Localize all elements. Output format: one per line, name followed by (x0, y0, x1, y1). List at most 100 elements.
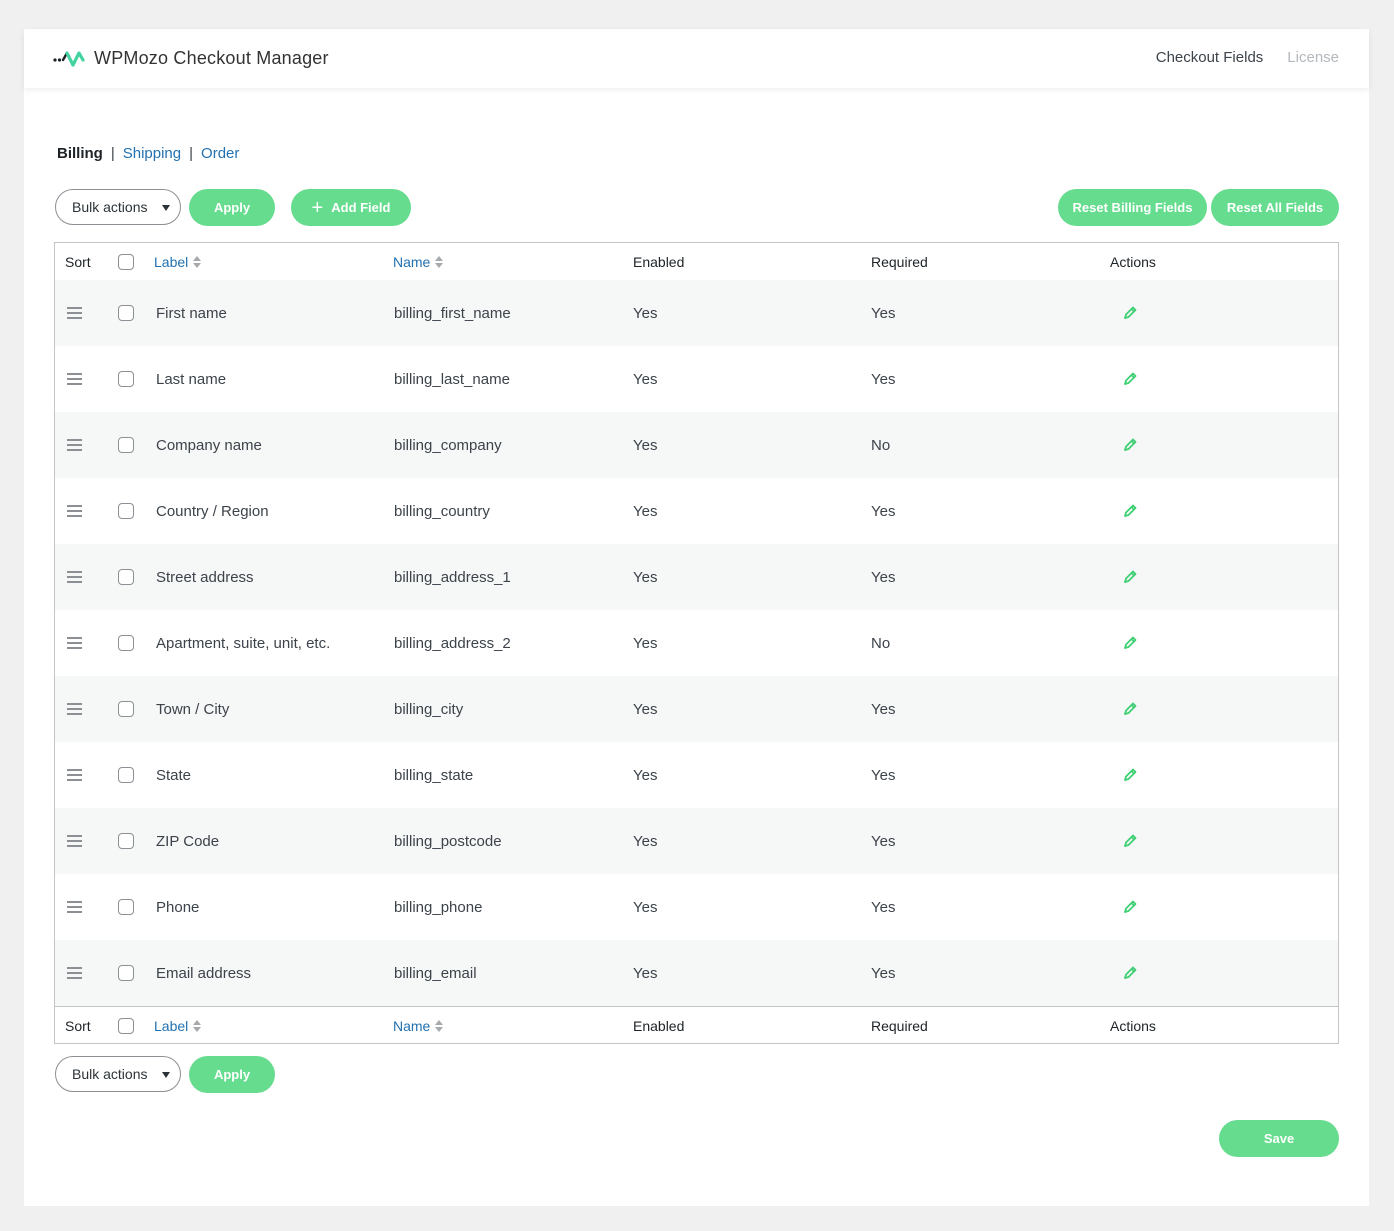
bulk-actions-select-top[interactable]: Bulk actions (55, 189, 181, 225)
row-label: Phone (156, 898, 200, 916)
row-field-name: billing_company (394, 436, 502, 454)
table-row: Company name billing_company Yes No (55, 412, 1338, 478)
add-field-button[interactable]: + Add Field (291, 189, 411, 226)
row-enabled: Yes (633, 898, 658, 916)
row-label: Last name (156, 370, 227, 388)
row-required: Yes (871, 370, 896, 388)
row-label: State (156, 766, 192, 784)
apply-button-top[interactable]: Apply (189, 189, 275, 226)
caret-down-icon (162, 205, 170, 211)
row-enabled: Yes (633, 568, 658, 586)
drag-handle-icon[interactable] (67, 571, 82, 583)
wpmozo-logo-icon (53, 51, 85, 67)
row-checkbox-cell (118, 280, 134, 346)
row-checkbox[interactable] (118, 899, 134, 915)
reset-billing-fields-button[interactable]: Reset Billing Fields (1058, 189, 1207, 226)
pencil-icon[interactable] (1122, 569, 1138, 585)
drag-handle-icon[interactable] (67, 637, 82, 649)
select-all-checkbox[interactable] (118, 1017, 134, 1034)
row-field-name: billing_city (394, 700, 464, 718)
drag-handle-icon[interactable] (67, 439, 82, 451)
row-label: Company name (156, 436, 262, 454)
drag-handle-icon[interactable] (67, 835, 82, 847)
row-checkbox[interactable] (118, 569, 134, 585)
row-checkbox[interactable] (118, 635, 134, 651)
pencil-icon[interactable] (1122, 371, 1138, 387)
row-label: Town / City (156, 700, 230, 718)
app-title: WPMozo Checkout Manager (94, 48, 329, 68)
row-required: Yes (871, 964, 896, 982)
drag-handle-icon[interactable] (67, 373, 82, 385)
drag-handle-icon[interactable] (67, 901, 82, 913)
row-checkbox[interactable] (118, 833, 134, 849)
main-card: WPMozo Checkout Manager Checkout Fields … (24, 29, 1369, 1206)
row-enabled: Yes (633, 832, 658, 850)
row-checkbox-cell (118, 412, 134, 478)
row-enabled: Yes (633, 370, 658, 388)
row-checkbox[interactable] (118, 305, 134, 321)
row-actions (1122, 940, 1138, 1006)
sort-arrows-icon (193, 255, 202, 268)
column-label-text: Label (154, 1017, 189, 1034)
table-row: First name billing_first_name Yes Yes (55, 280, 1338, 346)
reset-all-fields-button[interactable]: Reset All Fields (1211, 189, 1339, 226)
pencil-icon[interactable] (1122, 899, 1138, 915)
row-enabled: Yes (633, 304, 658, 322)
pencil-icon[interactable] (1122, 767, 1138, 783)
drag-cell (67, 412, 82, 478)
column-sort: Sort (65, 1017, 91, 1034)
nav-license[interactable]: License (1287, 49, 1339, 66)
pencil-icon[interactable] (1122, 437, 1138, 453)
drag-handle-icon[interactable] (67, 769, 82, 781)
pencil-icon[interactable] (1122, 701, 1138, 717)
plus-icon: + (311, 196, 324, 219)
table-row: Email address billing_email Yes Yes (55, 940, 1338, 1006)
row-required: Yes (871, 832, 896, 850)
save-button[interactable]: Save (1219, 1120, 1339, 1157)
row-enabled: Yes (633, 634, 658, 652)
drag-cell (67, 346, 82, 412)
row-label: ZIP Code (156, 832, 220, 850)
bulk-actions-select-bottom[interactable]: Bulk actions (55, 1056, 181, 1092)
select-all-checkbox[interactable] (118, 253, 134, 270)
row-checkbox[interactable] (118, 503, 134, 519)
tab-order[interactable]: Order (201, 145, 239, 162)
pencil-icon[interactable] (1122, 503, 1138, 519)
drag-cell (67, 808, 82, 874)
pencil-icon[interactable] (1122, 635, 1138, 651)
apply-button-bottom[interactable]: Apply (189, 1056, 275, 1093)
pencil-icon[interactable] (1122, 833, 1138, 849)
sort-arrows-icon (435, 1019, 444, 1032)
tab-billing[interactable]: Billing (57, 145, 103, 162)
drag-handle-icon[interactable] (67, 505, 82, 517)
row-required: Yes (871, 898, 896, 916)
app-header: WPMozo Checkout Manager Checkout Fields … (24, 29, 1369, 88)
bulk-actions-value: Bulk actions (72, 199, 148, 215)
drag-cell (67, 280, 82, 346)
drag-handle-icon[interactable] (67, 307, 82, 319)
drag-handle-icon[interactable] (67, 967, 82, 979)
column-name-text: Name (393, 253, 431, 270)
drag-handle-icon[interactable] (67, 703, 82, 715)
table-row: ZIP Code billing_postcode Yes Yes (55, 808, 1338, 874)
pencil-icon[interactable] (1122, 965, 1138, 981)
column-label[interactable]: Label (154, 1007, 202, 1044)
row-label: Email address (156, 964, 252, 982)
column-label[interactable]: Label (154, 243, 202, 280)
table-row: Phone billing_phone Yes Yes (55, 874, 1338, 940)
row-checkbox[interactable] (118, 965, 134, 981)
table-row: State billing_state Yes Yes (55, 742, 1338, 808)
row-actions (1122, 676, 1138, 742)
row-checkbox[interactable] (118, 371, 134, 387)
column-name[interactable]: Name (393, 1007, 444, 1044)
pencil-icon[interactable] (1122, 305, 1138, 321)
tab-shipping[interactable]: Shipping (123, 145, 181, 162)
row-checkbox[interactable] (118, 437, 134, 453)
tab-separator: | (110, 145, 115, 162)
row-checkbox[interactable] (118, 767, 134, 783)
nav-checkout-fields[interactable]: Checkout Fields (1156, 49, 1264, 66)
row-checkbox[interactable] (118, 701, 134, 717)
section-tabs: Billing | Shipping | Order (57, 145, 239, 162)
column-name[interactable]: Name (393, 243, 444, 280)
row-required: Yes (871, 700, 896, 718)
